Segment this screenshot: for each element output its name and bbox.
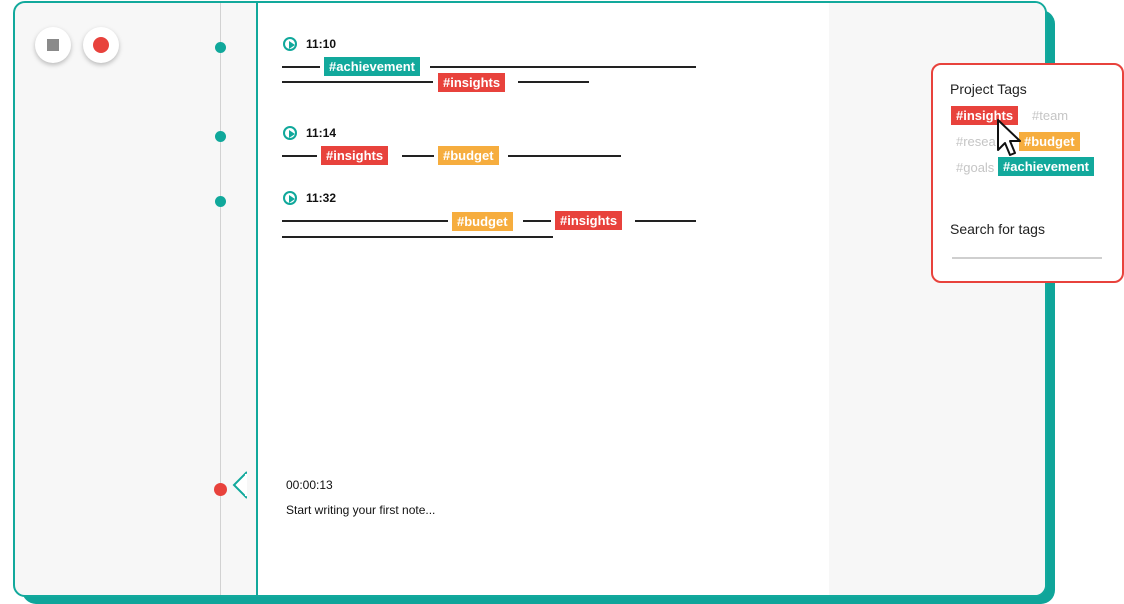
text-line — [282, 220, 448, 222]
entry-header: 11:10 — [283, 37, 336, 51]
text-line — [282, 81, 433, 83]
project-tag[interactable]: #resea — [956, 132, 996, 151]
note-input[interactable]: Start writing your first note... — [286, 503, 435, 517]
tag-chip[interactable]: #insights — [555, 211, 623, 230]
text-line — [508, 155, 621, 157]
entry-header: 11:14 — [283, 126, 336, 140]
timeline-dot[interactable] — [215, 131, 226, 142]
timeline-pane — [15, 3, 256, 595]
popup-title: Project Tags — [950, 81, 1027, 97]
project-tag[interactable]: #goals — [956, 158, 994, 177]
play-icon[interactable] — [283, 191, 297, 205]
draft-timer: 00:00:13 — [286, 478, 333, 492]
tag-chip[interactable]: #budget — [438, 146, 499, 165]
text-line — [402, 155, 434, 157]
text-line — [430, 66, 696, 68]
text-line — [282, 155, 317, 157]
tag-chip[interactable]: #budget — [452, 212, 513, 231]
tag-chip[interactable]: #achievement — [324, 57, 420, 76]
timeline-dot[interactable] — [215, 42, 226, 53]
project-tag[interactable]: #team — [1032, 106, 1068, 125]
tag-search-input[interactable] — [952, 257, 1102, 259]
note-app-window — [13, 1, 1047, 597]
text-line — [523, 220, 551, 222]
entry-time: 11:10 — [306, 37, 337, 51]
entry-header: 11:32 — [283, 191, 336, 205]
entry-time: 11:32 — [306, 191, 337, 205]
text-line — [282, 66, 320, 68]
text-line — [635, 220, 696, 222]
tag-chip[interactable]: #insights — [438, 73, 506, 92]
play-icon[interactable] — [283, 126, 297, 140]
record-icon — [93, 37, 109, 53]
stop-button[interactable] — [35, 27, 71, 63]
text-line — [282, 236, 553, 238]
play-icon[interactable] — [283, 37, 297, 51]
timeline-dot[interactable] — [215, 196, 226, 207]
project-tags-popup: Project Tags #insights #team #resea #bud… — [931, 63, 1124, 283]
search-label: Search for tags — [950, 221, 1045, 237]
tag-chip[interactable]: #insights — [321, 146, 389, 165]
record-button[interactable] — [83, 27, 119, 63]
text-line — [518, 81, 589, 83]
timeline-line — [220, 3, 221, 595]
project-tag[interactable]: #budget — [1019, 132, 1080, 151]
note-pointer — [232, 471, 247, 499]
stop-icon — [47, 39, 59, 51]
mouse-cursor-icon — [997, 119, 1021, 156]
entry-time: 11:14 — [306, 126, 337, 140]
